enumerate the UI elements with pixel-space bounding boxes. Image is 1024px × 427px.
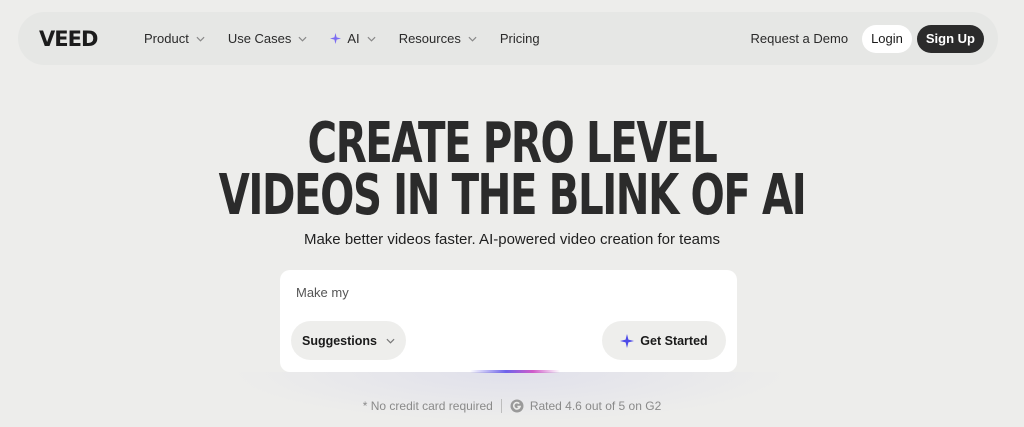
nav-item-label: AI	[347, 31, 360, 46]
suggestions-label: Suggestions	[301, 333, 377, 348]
get-started-button[interactable]: Get Started	[602, 321, 726, 360]
signup-button[interactable]: Sign Up	[916, 24, 984, 53]
glow-decoration	[230, 372, 790, 422]
nav-item-use-cases[interactable]: Use Cases	[228, 31, 308, 46]
prompt-card: Suggestions Get Started	[280, 270, 737, 372]
no-credit-card-text: * No credit card required	[362, 399, 493, 413]
sparkle-icon	[620, 333, 635, 348]
nav-item-product[interactable]: Product	[144, 31, 205, 46]
nav-item-label: Pricing	[499, 31, 540, 46]
g2-logo-icon	[510, 399, 524, 413]
nav-item-label: Resources	[398, 31, 461, 46]
nav-item-label: Product	[144, 31, 189, 46]
login-button[interactable]: Login	[862, 24, 912, 53]
g2-rating-text: Rated 4.6 out of 5 on G2	[529, 399, 662, 413]
chevron-down-icon	[468, 36, 477, 42]
suggestions-button[interactable]: Suggestions	[291, 321, 406, 360]
glow-line-decoration	[470, 370, 560, 373]
top-navigation: VEED Product Use Cases AI Resources Pric…	[18, 12, 998, 65]
nav-item-label: Use Cases	[227, 31, 292, 46]
nav-item-pricing[interactable]: Pricing	[500, 31, 540, 46]
chevron-down-icon	[196, 36, 205, 42]
chevron-down-icon	[386, 338, 395, 344]
nav-links: Product Use Cases AI Resources Pricing	[144, 12, 563, 65]
prompt-input[interactable]	[294, 282, 714, 302]
veed-logo[interactable]: VEED	[39, 28, 98, 50]
get-started-label: Get Started	[640, 333, 708, 348]
nav-actions: Request a Demo Login Sign Up	[751, 12, 984, 65]
hero-title: CREATE PRO LEVEL VIDEOS IN THE BLINK OF …	[143, 116, 880, 228]
hero-title-line-2: VIDEOS IN THE BLINK OF AI	[218, 163, 807, 228]
request-demo-link[interactable]: Request a Demo	[751, 31, 849, 46]
nav-item-resources[interactable]: Resources	[399, 31, 477, 46]
nav-item-ai[interactable]: AI	[330, 31, 376, 46]
sparkle-icon	[330, 33, 342, 44]
divider	[500, 399, 502, 413]
trust-line: * No credit card required Rated 4.6 out …	[0, 399, 1024, 413]
hero-subtitle: Make better videos faster. AI-powered vi…	[303, 231, 721, 248]
chevron-down-icon	[367, 36, 376, 42]
chevron-down-icon	[298, 36, 307, 42]
